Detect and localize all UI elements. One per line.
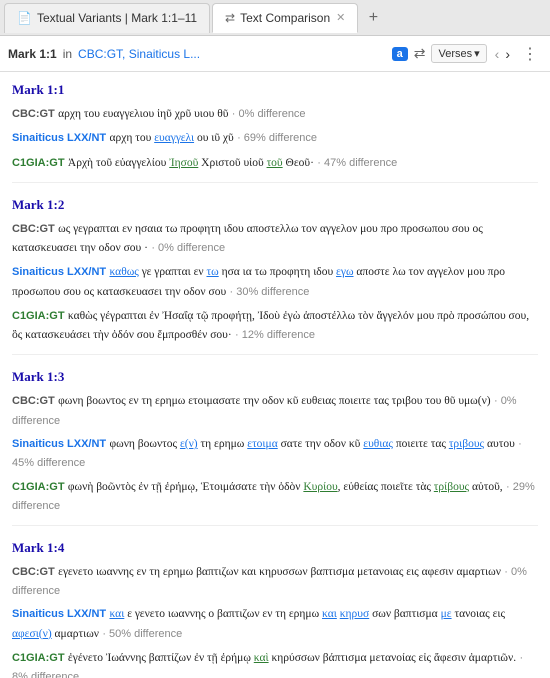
source-label-2-2: C1GIA:GT bbox=[12, 481, 65, 493]
section-divider-2 bbox=[12, 525, 538, 526]
source-badge: a bbox=[392, 47, 408, 61]
diff-percent-1-1: · 30% difference bbox=[229, 286, 309, 298]
text-entry-0-1: Sinaiticus LXX/NT αρχη του ευαγγελι ου ι… bbox=[12, 128, 538, 147]
verses-chevron-icon: ▾ bbox=[474, 47, 480, 60]
text-entry-3-2: C1GIA:GT ἐγένετο Ἰωάννης βαπτίζων ἐν τῇ … bbox=[12, 648, 538, 678]
highlight-span: και bbox=[322, 608, 337, 620]
address-in-label: in bbox=[63, 47, 72, 61]
tab-add-icon: + bbox=[369, 9, 378, 27]
highlight-span: ευαγγελι bbox=[154, 132, 194, 144]
tab-textual-variants-label: Textual Variants | Mark 1:1–11 bbox=[37, 11, 197, 25]
section-heading-3: Mark 1:4 bbox=[12, 540, 538, 556]
highlight-span: εγω bbox=[336, 266, 353, 278]
source-label-3-1: Sinaiticus LXX/NT bbox=[12, 608, 106, 620]
section-1: Mark 1:2 CBC:GT ως γεγραπται εν ησαια τω … bbox=[12, 197, 538, 356]
diff-percent-0-1: · 69% difference bbox=[237, 132, 317, 144]
address-reference: Mark 1:1 bbox=[8, 47, 57, 61]
verses-label: Verses bbox=[438, 48, 472, 60]
diff-percent-0-0: · 0% difference bbox=[232, 108, 306, 120]
section-divider-0 bbox=[12, 182, 538, 183]
text-entry-1-0: CBC:GT ως γεγραπται εν ησαια τω προφητη … bbox=[12, 219, 538, 258]
diff-percent-1-2: · 12% difference bbox=[235, 329, 315, 341]
text-content-3-0: εγενετο ιωαννης εν τη ερημω βαπτιζων και… bbox=[58, 566, 501, 578]
tab-bar: 📄 Textual Variants | Mark 1:1–11 ⇄ Text … bbox=[0, 0, 550, 36]
tab-close-button[interactable]: ✕ bbox=[336, 11, 345, 24]
text-entry-1-1: Sinaiticus LXX/NT καθως γε γραπται εν τω… bbox=[12, 262, 538, 301]
highlight-span: ε(ν) bbox=[180, 438, 198, 450]
highlight-span: ευθιας bbox=[363, 438, 393, 450]
text-entry-3-0: CBC:GT εγενετο ιωαννης εν τη ερημω βαπτι… bbox=[12, 562, 538, 600]
section-heading-2: Mark 1:3 bbox=[12, 369, 538, 385]
main-content: Mark 1:1 CBC:GT αρχη του ευαγγελιου ἰηῦ χ… bbox=[0, 72, 550, 678]
tab-text-comparison[interactable]: ⇄ Text Comparison ✕ bbox=[212, 3, 358, 33]
source-label-1-0: CBC:GT bbox=[12, 223, 55, 235]
tab-add-button[interactable]: + bbox=[360, 5, 386, 31]
nav-back-button[interactable]: ‹ bbox=[493, 46, 502, 62]
highlight-span: τριβους bbox=[449, 438, 484, 450]
text-entry-0-2: C1GIA:GT Ἀρχὴ τοῦ εὐαγγελίου Ἰησοῦ Χριστ… bbox=[12, 153, 538, 172]
text-content-1-0: ως γεγραπται εν ησαια τω προφητη ιδου απ… bbox=[12, 223, 483, 254]
highlight-span: καὶ bbox=[254, 652, 269, 664]
diff-percent-0-2: · 47% difference bbox=[317, 157, 397, 169]
text-content-2-1: φωνη βοωντος ε(ν) τη ερημω ετοιμα σατε τ… bbox=[109, 438, 514, 450]
tab-text-comparison-label: Text Comparison bbox=[240, 11, 330, 25]
text-content-2-2: φωνὴ βοῶντὸς ἐν τῇ ἐρήμῳ, Ἑτοιμάσατε τὴν… bbox=[68, 481, 503, 493]
highlight-span: με bbox=[441, 608, 452, 620]
nav-forward-button[interactable]: › bbox=[503, 46, 512, 62]
text-content-0-0: αρχη του ευαγγελιου ἰηῦ χρῦ υιου θῦ bbox=[58, 108, 228, 120]
source-label-0-0: CBC:GT bbox=[12, 108, 55, 120]
text-entry-1-2: C1GIA:GT καθὼς γέγραπται ἐν Ἠσαΐᾳ τῷ προ… bbox=[12, 306, 538, 345]
text-entry-0-0: CBC:GT αρχη του ευαγγελιου ἰηῦ χρῦ υιου … bbox=[12, 104, 538, 123]
section-heading-1: Mark 1:2 bbox=[12, 197, 538, 213]
source-label-3-0: CBC:GT bbox=[12, 566, 55, 578]
highlight-span: Κυρίου bbox=[303, 481, 337, 493]
section-3: Mark 1:4 CBC:GT εγενετο ιωαννης εν τη ερη… bbox=[12, 540, 538, 678]
highlight-span: τρίβους bbox=[434, 481, 469, 493]
section-divider-1 bbox=[12, 354, 538, 355]
highlight-span: Ἰησοῦ bbox=[169, 157, 198, 169]
highlight-span: και bbox=[109, 608, 124, 620]
section-2: Mark 1:3 CBC:GT φωνη βοωντος εν τη ερημω … bbox=[12, 369, 538, 525]
more-options-button[interactable]: ⋮ bbox=[518, 44, 542, 64]
nav-arrows: ‹ › bbox=[493, 46, 512, 62]
source-label-1-2: C1GIA:GT bbox=[12, 310, 65, 322]
diff-percent-1-0: · 0% difference bbox=[151, 242, 225, 254]
highlight-span: καθως bbox=[109, 266, 138, 278]
source-label-0-2: C1GIA:GT bbox=[12, 157, 65, 169]
document-icon: 📄 bbox=[17, 11, 32, 25]
text-entry-2-1: Sinaiticus LXX/NT φωνη βοωντος ε(ν) τη ε… bbox=[12, 434, 538, 472]
highlight-span: κηρυσ bbox=[340, 608, 369, 620]
address-source[interactable]: CBC:GT, Sinaiticus L... bbox=[78, 47, 386, 61]
text-entry-2-2: C1GIA:GT φωνὴ βοῶντὸς ἐν τῇ ἐρήμῳ, Ἑτοιμ… bbox=[12, 477, 538, 515]
text-content-0-1: αρχη του ευαγγελι ου ιῦ χῦ bbox=[109, 132, 233, 144]
text-entry-2-0: CBC:GT φωνη βοωντος εν τη ερημω ετοιμασα… bbox=[12, 391, 538, 429]
tab-textual-variants[interactable]: 📄 Textual Variants | Mark 1:1–11 bbox=[4, 3, 210, 33]
section-heading-0: Mark 1:1 bbox=[12, 82, 538, 98]
diff-percent-3-1: · 50% difference bbox=[102, 628, 182, 640]
compare-icon: ⇄ bbox=[225, 11, 235, 25]
source-label-2-0: CBC:GT bbox=[12, 395, 55, 407]
section-0: Mark 1:1 CBC:GT αρχη του ευαγγελιου ἰηῦ χ… bbox=[12, 82, 538, 183]
text-content-0-2: Ἀρχὴ τοῦ εὐαγγελίου Ἰησοῦ Χριστοῦ υἱοῦ τ… bbox=[68, 157, 314, 169]
highlight-span: τοῦ bbox=[267, 157, 283, 169]
source-label-2-1: Sinaiticus LXX/NT bbox=[12, 438, 106, 450]
source-label-0-1: Sinaiticus LXX/NT bbox=[12, 132, 106, 144]
text-content-2-0: φωνη βοωντος εν τη ερημω ετοιμασατε την … bbox=[58, 395, 491, 407]
source-label-3-2: C1GIA:GT bbox=[12, 652, 65, 664]
highlight-span: αφεσι(ν) bbox=[12, 628, 52, 640]
highlight-span: ετοιμα bbox=[247, 438, 278, 450]
highlight-span: τω bbox=[206, 266, 218, 278]
text-entry-3-1: Sinaiticus LXX/NT και ε γενετο ιωαννης ο… bbox=[12, 604, 538, 643]
source-label-1-1: Sinaiticus LXX/NT bbox=[12, 266, 106, 278]
address-bar: Mark 1:1 in CBC:GT, Sinaiticus L... a ⇄ … bbox=[0, 36, 550, 72]
verses-button[interactable]: Verses ▾ bbox=[431, 44, 486, 63]
text-content-3-2: ἐγένετο Ἰωάννης βαπτίζων ἐν τῇ ἐρήμῳ καὶ… bbox=[68, 652, 516, 664]
switch-icon[interactable]: ⇄ bbox=[414, 45, 426, 62]
